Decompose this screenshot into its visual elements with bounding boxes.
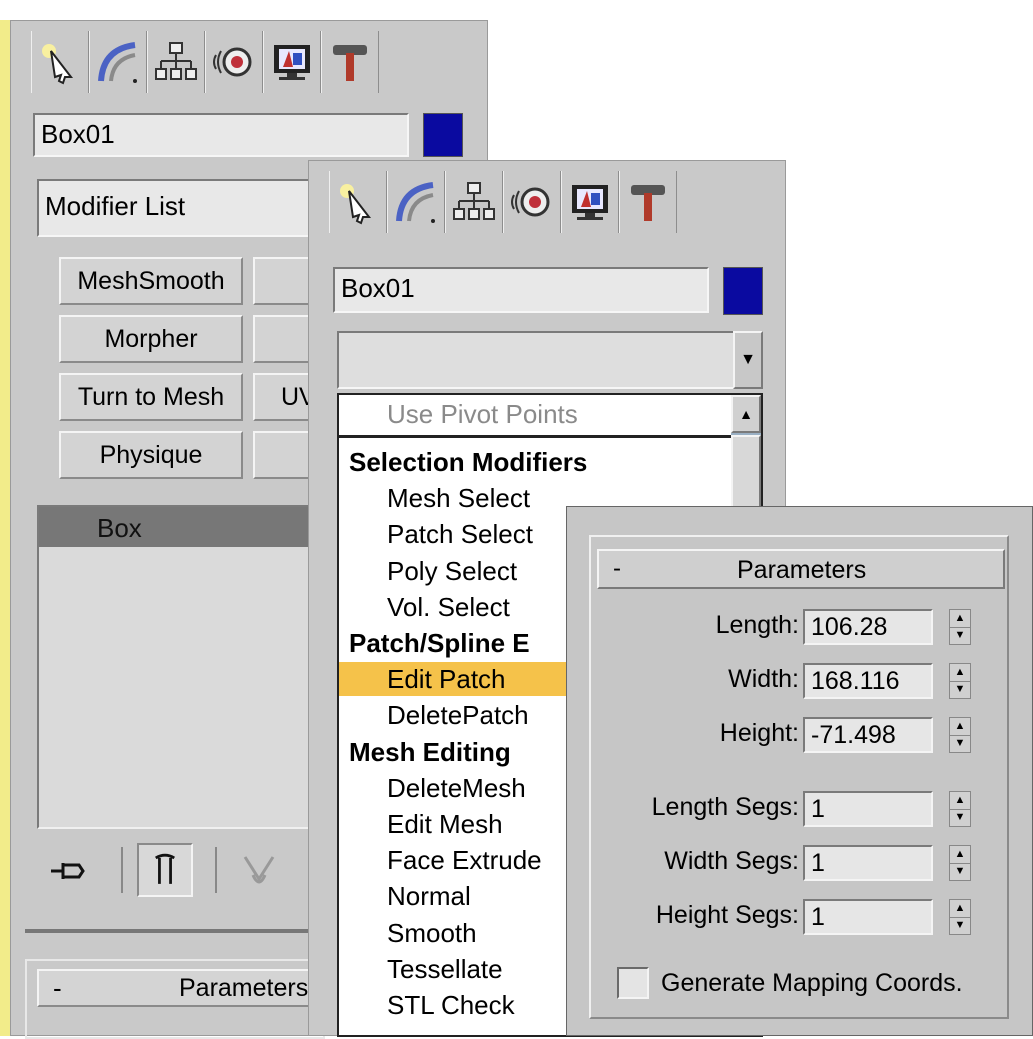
- height-input[interactable]: -71.498: [803, 717, 933, 753]
- morpher-button[interactable]: Morpher: [59, 315, 243, 363]
- back-object-color-swatch[interactable]: [423, 113, 463, 157]
- front-motion-tab[interactable]: [503, 171, 561, 233]
- make-unique-button[interactable]: [237, 849, 281, 893]
- make-unique-icon: [243, 856, 275, 884]
- front-display-tab[interactable]: [561, 171, 619, 233]
- spinner-down-icon[interactable]: ▼: [950, 862, 970, 881]
- pin-icon: [51, 863, 85, 879]
- hierarchy-icon: [155, 42, 197, 80]
- back-separator: [25, 929, 325, 933]
- spinner-down-icon[interactable]: ▼: [950, 626, 970, 645]
- spinner-up-icon[interactable]: ▲: [950, 610, 970, 627]
- length-segs-input[interactable]: 1: [803, 791, 933, 827]
- stack-divider-1: [121, 847, 123, 893]
- front-object-color-swatch[interactable]: [723, 267, 763, 315]
- modifier-list-dropdown[interactable]: Modifier List: [37, 179, 337, 237]
- height-spinner[interactable]: ▲ ▼: [949, 717, 971, 753]
- parameters-rollout: [589, 535, 1009, 1019]
- spinner-down-icon[interactable]: ▼: [950, 734, 970, 753]
- modify-icon: [98, 42, 137, 83]
- front-modifier-dropdown[interactable]: [337, 331, 737, 389]
- back-parameters-header[interactable]: - Parameters: [37, 969, 327, 1007]
- collapse-toggle: -: [613, 555, 621, 582]
- back-modify-tab[interactable]: [89, 31, 147, 93]
- front-create-tab[interactable]: [329, 171, 387, 233]
- front-object-name-field[interactable]: Box01: [333, 267, 709, 313]
- back-object-name-field[interactable]: Box01: [33, 113, 409, 157]
- front-dropdown-arrow-button[interactable]: ▼: [733, 331, 763, 389]
- width-label: Width:: [728, 665, 799, 693]
- stack-item-box[interactable]: Box: [39, 507, 335, 547]
- display-icon: [274, 45, 310, 80]
- height-segs-spinner[interactable]: ▲ ▼: [949, 899, 971, 935]
- width-input[interactable]: 168.116: [803, 663, 933, 699]
- scroll-up-button[interactable]: ▲: [731, 395, 761, 433]
- length-input[interactable]: 106.28: [803, 609, 933, 645]
- height-segs-label: Height Segs:: [655, 901, 799, 929]
- front-command-tabs: [329, 171, 677, 233]
- back-parameters-rollout: - Parameters: [25, 959, 327, 1039]
- length-segs-spinner[interactable]: ▲ ▼: [949, 791, 971, 827]
- modify-icon: [396, 182, 435, 223]
- pivot-divider: [339, 435, 731, 438]
- spinner-up-icon[interactable]: ▲: [950, 846, 970, 863]
- parameters-title: Parameters: [737, 556, 867, 584]
- back-create-tab[interactable]: [31, 31, 89, 93]
- generate-mapping-coords-checkbox[interactable]: [617, 967, 649, 999]
- stack-toolbar: [37, 841, 337, 901]
- parameters-header[interactable]: - Parameters: [597, 549, 1005, 589]
- generate-mapping-coords-label: Generate Mapping Coords.: [661, 969, 963, 997]
- list-item-use-pivot-points[interactable]: Use Pivot Points: [339, 397, 731, 431]
- stack-item-box-label: Box: [97, 513, 142, 543]
- turn-to-mesh-button[interactable]: Turn to Mesh: [59, 373, 243, 421]
- create-icon: [340, 184, 372, 225]
- list-header-selection-modifiers: Selection Modifiers: [349, 447, 588, 477]
- length-segs-label: Length Segs:: [651, 793, 799, 821]
- motion-icon: [511, 187, 550, 217]
- parameters-panel: - Parameters Length: 106.28 ▲ ▼ Width: 168.11…: [566, 506, 1033, 1036]
- create-icon: [42, 44, 74, 85]
- spinner-up-icon[interactable]: ▲: [950, 900, 970, 917]
- chevron-down-icon: ▼: [740, 351, 756, 368]
- spinner-up-icon[interactable]: ▲: [950, 792, 970, 809]
- front-hierarchy-tab[interactable]: [445, 171, 503, 233]
- motion-icon: [213, 47, 252, 77]
- back-motion-tab[interactable]: [205, 31, 263, 93]
- length-label: Length:: [715, 611, 799, 639]
- height-segs-input[interactable]: 1: [803, 899, 933, 935]
- spinner-down-icon[interactable]: ▼: [950, 808, 970, 827]
- width-segs-label: Width Segs:: [664, 847, 799, 875]
- length-spinner[interactable]: ▲ ▼: [949, 609, 971, 645]
- utilities-icon: [333, 45, 367, 81]
- utilities-icon: [631, 185, 665, 221]
- front-utilities-tab[interactable]: [619, 171, 677, 233]
- modifier-stack-list[interactable]: Box: [37, 505, 337, 829]
- spinner-up-icon[interactable]: ▲: [950, 664, 970, 681]
- back-parameters-title: Parameters: [179, 974, 309, 1002]
- back-utilities-tab[interactable]: [321, 31, 379, 93]
- back-collapse-toggle: -: [53, 973, 62, 1003]
- back-command-tabs: [31, 31, 379, 93]
- physique-button[interactable]: Physique: [59, 431, 243, 479]
- width-segs-input[interactable]: 1: [803, 845, 933, 881]
- width-segs-spinner[interactable]: ▲ ▼: [949, 845, 971, 881]
- pin-stack-button[interactable]: [49, 851, 89, 891]
- chevron-up-icon: ▲: [739, 406, 753, 422]
- width-spinner[interactable]: ▲ ▼: [949, 663, 971, 699]
- front-modify-tab[interactable]: [387, 171, 445, 233]
- back-hierarchy-tab[interactable]: [147, 31, 205, 93]
- spinner-down-icon[interactable]: ▼: [950, 916, 970, 935]
- end-result-icon: [155, 853, 175, 884]
- meshsmooth-button[interactable]: MeshSmooth: [59, 257, 243, 305]
- height-label: Height:: [719, 719, 799, 747]
- display-icon: [572, 185, 608, 220]
- show-end-result-button[interactable]: [137, 843, 193, 897]
- hierarchy-icon: [453, 182, 495, 220]
- back-display-tab[interactable]: [263, 31, 321, 93]
- stack-divider-2: [215, 847, 217, 893]
- spinner-down-icon[interactable]: ▼: [950, 680, 970, 699]
- spinner-up-icon[interactable]: ▲: [950, 718, 970, 735]
